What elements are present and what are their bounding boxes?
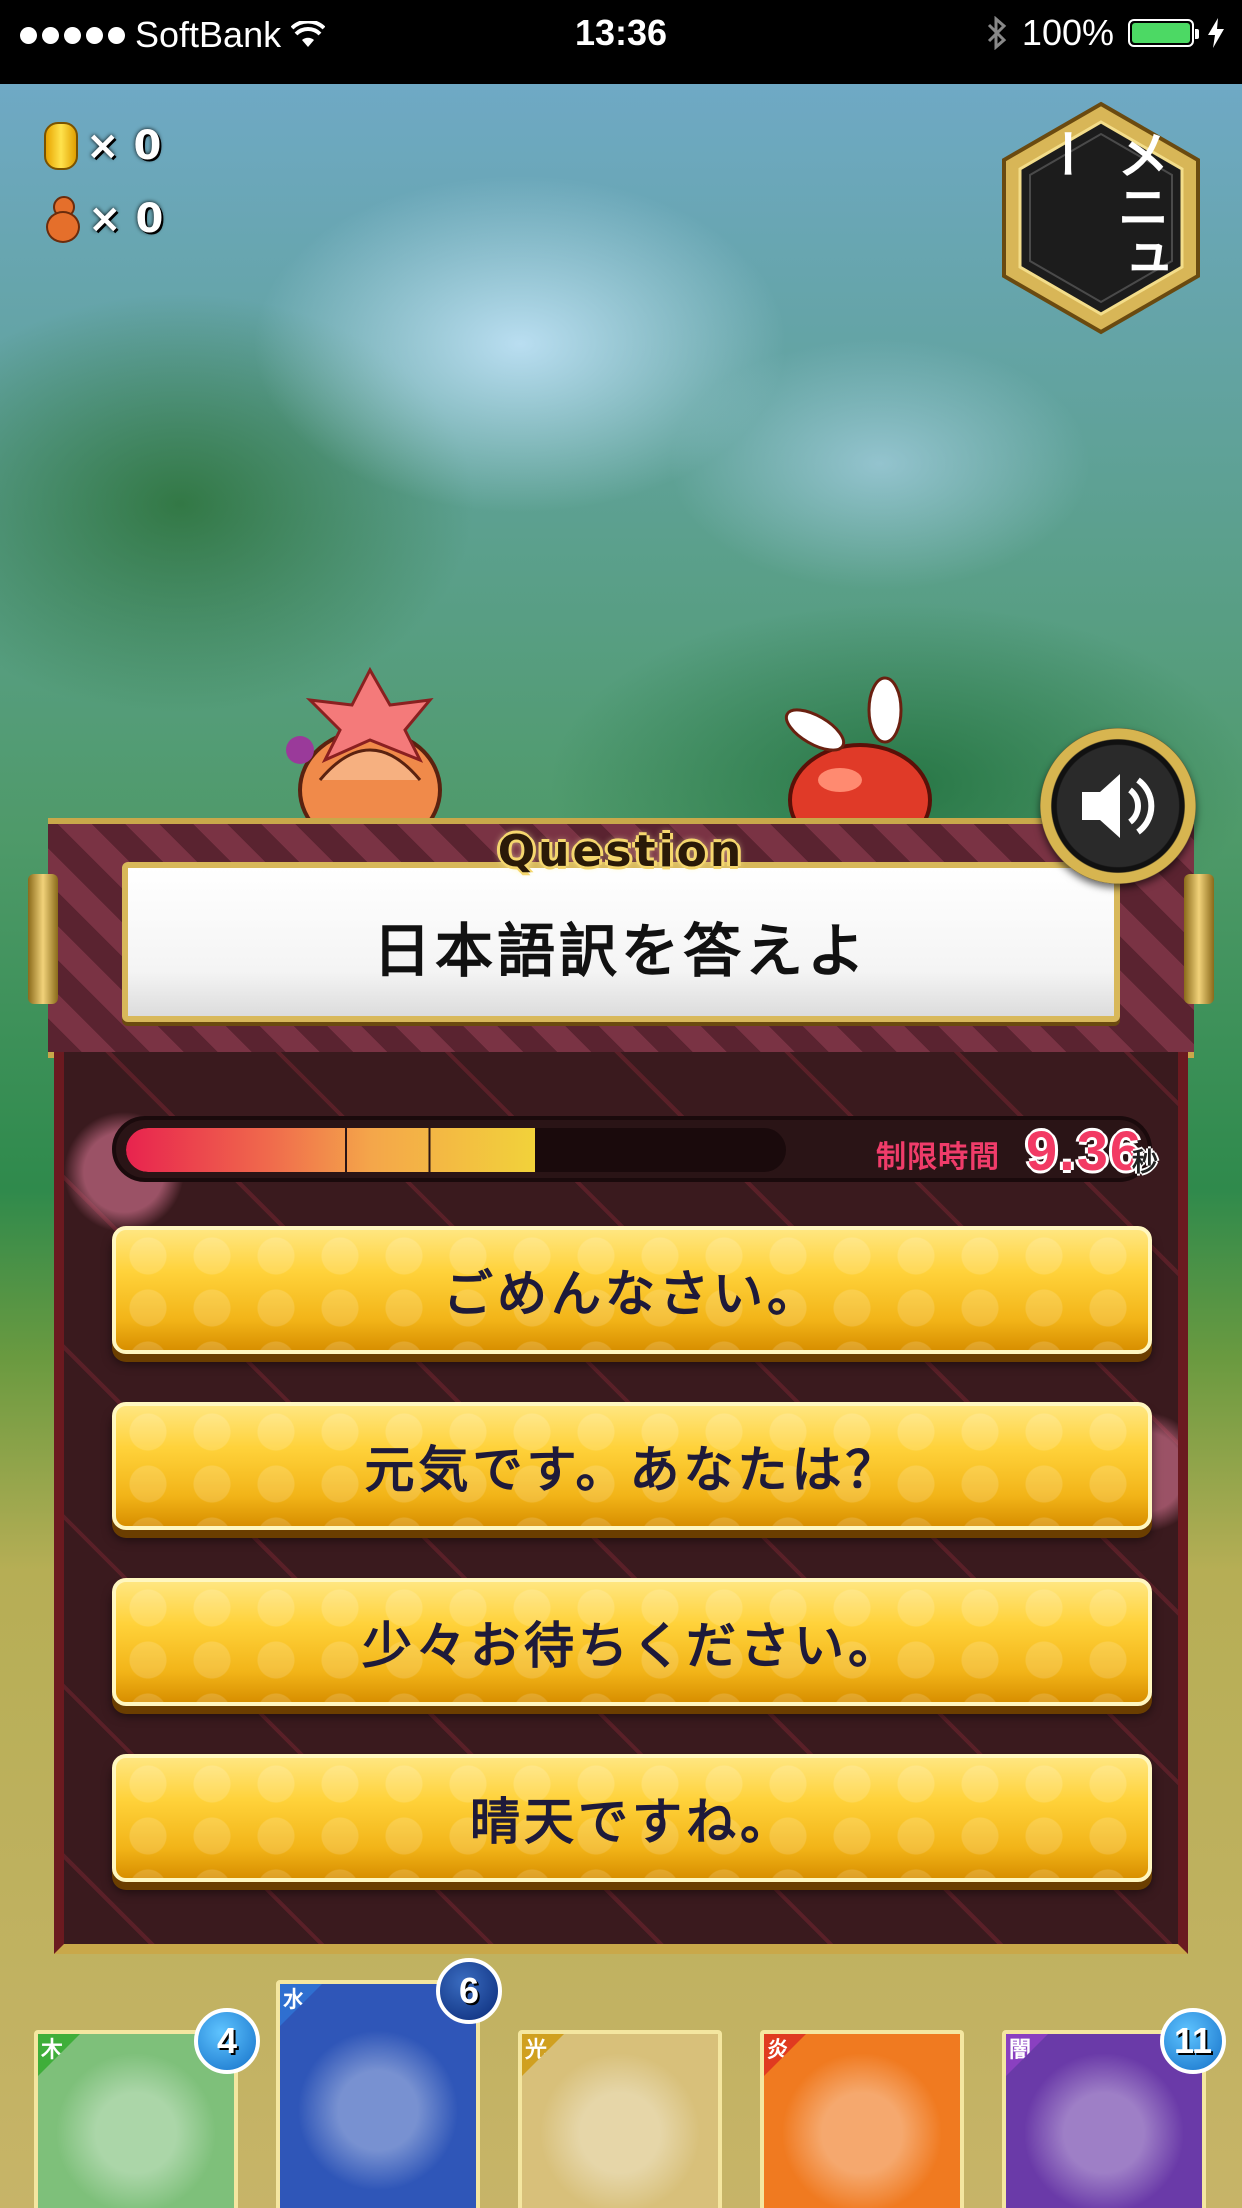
menu-label: メニュー [1033,128,1169,284]
battery-icon [1128,19,1199,47]
card-element-tag: 水 [280,1984,322,2026]
answer-button-1[interactable]: ごめんなさい。 [112,1226,1152,1354]
sound-button[interactable] [1040,728,1196,884]
status-right: 100% [986,12,1224,54]
bluetooth-icon [987,16,1007,50]
bolt-icon [1208,18,1224,48]
game-screen: SoftBank 13:36 100% × 0 × 0 メニュー 日本語訳を答え… [0,0,1242,2208]
menu-button[interactable]: メニュー [996,100,1206,336]
answers-area: 制限時間 9.36 秒 ごめんなさい。 元気です。あなたは？ 少々お待ちください… [54,1052,1188,1954]
status-bar: SoftBank 13:36 100% [0,0,1242,84]
question-prompt: 日本語訳を答えよ [372,917,869,985]
answer-button-4[interactable]: 晴天ですね。 [112,1754,1152,1882]
card-level-badge: 11 [1160,2008,1226,2074]
card-element-tag: 炎 [764,2034,806,2076]
timer-value: 9.36 [1026,1119,1143,1182]
timer-track [126,1128,786,1172]
card-element-tag: 光 [522,2034,564,2076]
time-limit-bar: 制限時間 9.36 秒 [112,1116,1158,1182]
battery-percent: 100% [1021,12,1114,53]
question-header: 日本語訳を答えよ Question [28,818,1214,1058]
question-box: 日本語訳を答えよ [122,862,1120,1022]
answer-button-2[interactable]: 元気です。あなたは？ [112,1402,1152,1530]
card-element-tag: 木 [38,2034,80,2076]
card-level-badge: 4 [194,2008,260,2074]
party-card[interactable]: 光 [518,2030,722,2208]
answer-button-3[interactable]: 少々お待ちください。 [112,1578,1152,1706]
red-rabbit-character [784,676,932,830]
pink-flower-character [286,666,442,830]
coin-counter: × 0 [44,122,161,170]
card-element-tag: 闇 [1006,2034,1048,2076]
question-panel: 日本語訳を答えよ Question 制限時間 9.36 秒 ごめんなさい。 元気… [28,818,1214,1954]
coin-icon [44,122,78,170]
gourd-count: × 0 [88,196,164,242]
party-card[interactable]: 炎 [760,2030,964,2208]
coin-count: × 0 [86,123,162,169]
timer-unit: 秒 [1132,1148,1159,1178]
timer-label: 制限時間 [876,1140,1000,1175]
speaker-icon [1082,774,1155,838]
question-heading: Question [497,826,745,877]
gourd-counter: × 0 [44,196,164,243]
timer-fill [126,1128,536,1172]
gourd-icon [44,196,80,243]
card-level-badge: 6 [436,1958,502,2024]
